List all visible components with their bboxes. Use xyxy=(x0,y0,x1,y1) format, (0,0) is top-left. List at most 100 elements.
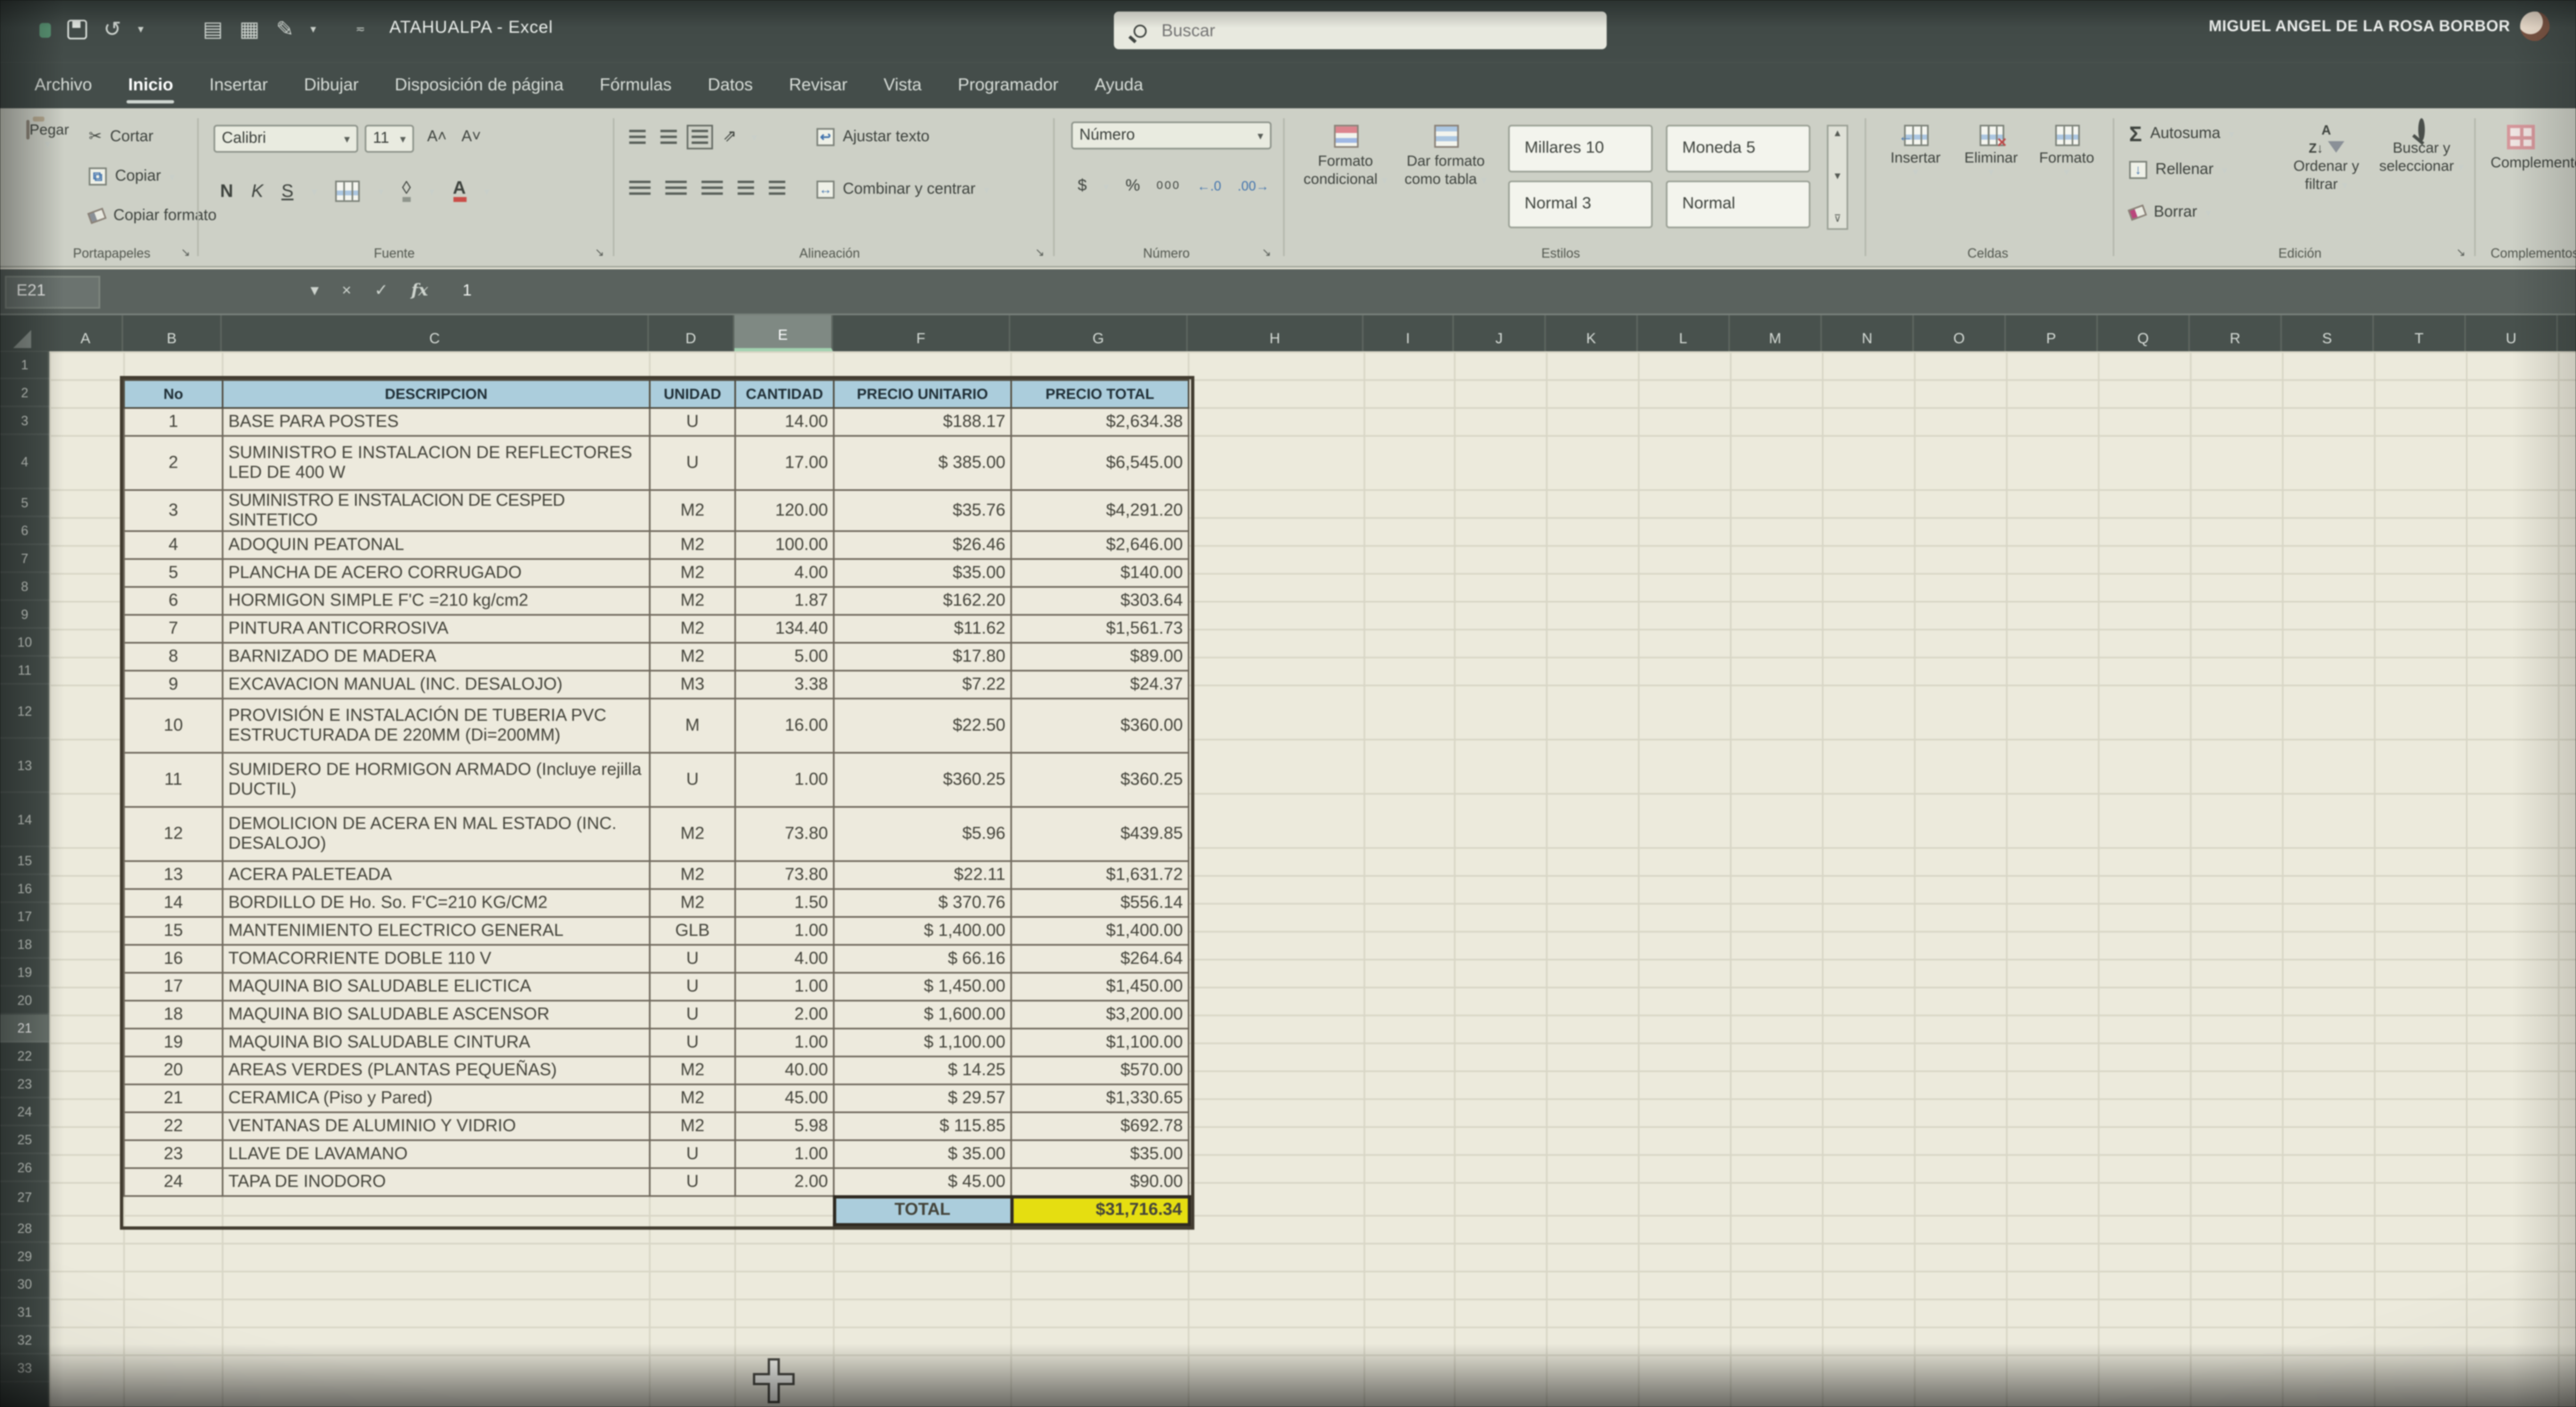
cell-no[interactable]: 17 xyxy=(124,973,223,1000)
addins-button[interactable]: Complementos xyxy=(2491,125,2576,172)
cell-unidad[interactable]: M2 xyxy=(650,1085,735,1112)
cell-unidad[interactable]: U xyxy=(650,408,735,436)
format-cells-button[interactable]: Formato ▾ xyxy=(2032,125,2101,179)
cell-descripcion[interactable]: MAQUINA BIO SALUDABLE ASCENSOR xyxy=(223,1001,650,1029)
gallery-more-icon[interactable]: ⊽ xyxy=(1834,213,1841,225)
avatar[interactable] xyxy=(2520,12,2549,41)
column-header-e[interactable]: E xyxy=(734,315,833,351)
column-header-p[interactable]: P xyxy=(2006,315,2098,351)
autosum-button[interactable]: Σ Autosuma ▾ xyxy=(2129,122,2235,146)
cell-precio-unitario[interactable]: $17.80 xyxy=(834,643,1011,670)
orientation-icon[interactable]: ⇗ xyxy=(723,128,737,146)
row-header-12[interactable]: 12 xyxy=(0,685,49,739)
draw-icon[interactable]: ✎ xyxy=(276,15,294,44)
style-moneda-5[interactable]: Moneda 5 xyxy=(1666,125,1810,172)
cell-descripcion[interactable]: MAQUINA BIO SALUDABLE CINTURA xyxy=(223,1029,650,1056)
cell-descripcion[interactable]: BASE PARA POSTES xyxy=(223,408,650,436)
column-header-m[interactable]: M xyxy=(1730,315,1822,351)
borders-caret-icon[interactable]: ▾ xyxy=(378,185,384,198)
cell-precio-total[interactable]: $1,100.00 xyxy=(1011,1029,1189,1056)
cell-precio-unitario[interactable]: $ 66.16 xyxy=(834,945,1011,973)
print-icon[interactable]: ▤ xyxy=(203,15,223,44)
cell-no[interactable]: 20 xyxy=(124,1056,223,1084)
tab-vista[interactable]: Vista xyxy=(866,66,940,105)
undo-icon[interactable]: ↺ xyxy=(103,15,122,44)
align-middle-icon[interactable] xyxy=(661,130,677,144)
tab-f-rmulas[interactable]: Fórmulas xyxy=(582,66,690,105)
cell-precio-unitario[interactable]: $ 29.57 xyxy=(834,1085,1011,1112)
column-header-i[interactable]: I xyxy=(1364,315,1454,351)
formula-input[interactable]: 1 xyxy=(463,282,472,301)
cell-precio-unitario[interactable]: $ 14.25 xyxy=(834,1056,1011,1084)
row-header-32[interactable]: 32 xyxy=(0,1327,49,1354)
enter-icon[interactable]: ✓ xyxy=(374,282,388,301)
cell-precio-total[interactable]: $35.00 xyxy=(1011,1140,1189,1168)
cell-precio-total[interactable]: $24.37 xyxy=(1011,670,1189,698)
cell-cantidad[interactable]: 40.00 xyxy=(735,1056,834,1084)
row-header-23[interactable]: 23 xyxy=(0,1070,49,1098)
cell-unidad[interactable]: M2 xyxy=(650,861,735,889)
cell-cantidad[interactable]: 5.00 xyxy=(735,643,834,670)
increase-indent-icon[interactable] xyxy=(769,181,785,196)
tab-ayuda[interactable]: Ayuda xyxy=(1076,66,1161,105)
cell-precio-unitario[interactable]: $ 1,600.00 xyxy=(834,1001,1011,1029)
column-header-t[interactable]: T xyxy=(2374,315,2466,351)
column-header-o[interactable]: O xyxy=(1914,315,2006,351)
cell-unidad[interactable]: M2 xyxy=(650,889,735,917)
row-header-17[interactable]: 17 xyxy=(0,903,49,931)
cell-descripcion[interactable]: ADOQUIN PEATONAL xyxy=(223,531,650,559)
cell-no[interactable]: 15 xyxy=(124,917,223,944)
column-header-s[interactable]: S xyxy=(2282,315,2374,351)
clear-button[interactable]: Borrar ▾ xyxy=(2129,204,2211,222)
row-header-26[interactable]: 26 xyxy=(0,1154,49,1182)
header-no[interactable]: No xyxy=(124,380,223,408)
cell-precio-unitario[interactable]: $ 1,100.00 xyxy=(834,1029,1011,1056)
column-header-a[interactable]: A xyxy=(49,315,123,351)
cell-cantidad[interactable]: 1.87 xyxy=(735,587,834,614)
cell-descripcion[interactable]: BORDILLO DE Ho. So. F'C=210 KG/CM2 xyxy=(223,889,650,917)
row-header-5[interactable]: 5 xyxy=(0,489,49,517)
cell-precio-unitario[interactable]: $162.20 xyxy=(834,587,1011,614)
cell-precio-unitario[interactable]: $5.96 xyxy=(834,807,1011,861)
cell-descripcion[interactable]: ACERA PALETEADA xyxy=(223,861,650,889)
cell-precio-total[interactable]: $2,646.00 xyxy=(1011,531,1189,559)
cell-precio-total[interactable]: $1,400.00 xyxy=(1011,917,1189,944)
fill-button[interactable]: ↓ Rellenar ▾ xyxy=(2129,161,2228,179)
tab-dibujar[interactable]: Dibujar xyxy=(286,66,376,105)
header-unidad[interactable]: UNIDAD xyxy=(650,380,735,408)
orientation-caret-icon[interactable]: ▾ xyxy=(751,131,757,144)
borders-icon[interactable] xyxy=(335,181,360,202)
tab-insertar[interactable]: Insertar xyxy=(191,66,286,105)
number-format-select[interactable]: Número▾ xyxy=(1071,122,1271,149)
cell-cantidad[interactable]: 134.40 xyxy=(735,615,834,643)
column-header-k[interactable]: K xyxy=(1546,315,1638,351)
bold-button[interactable]: N xyxy=(220,181,234,201)
cell-cantidad[interactable]: 16.00 xyxy=(735,699,834,753)
italic-button[interactable]: K xyxy=(251,181,263,201)
cell-unidad[interactable]: M2 xyxy=(650,807,735,861)
underline-button[interactable]: S xyxy=(281,181,294,201)
cell-precio-unitario[interactable]: $ 115.85 xyxy=(834,1112,1011,1140)
cell-descripcion[interactable]: SUMINISTRO E INSTALACION DE REFLECTORES … xyxy=(223,436,650,490)
cell-unidad[interactable]: U xyxy=(650,973,735,1000)
cell-cantidad[interactable]: 73.80 xyxy=(735,807,834,861)
cell-descripcion[interactable]: PROVISIÓN E INSTALACIÓN DE TUBERIA PVC E… xyxy=(223,699,650,753)
row-header-15[interactable]: 15 xyxy=(0,847,49,875)
cell-precio-unitario[interactable]: $22.11 xyxy=(834,861,1011,889)
cell-precio-total[interactable]: $90.00 xyxy=(1011,1168,1189,1196)
cell-cantidad[interactable]: 4.00 xyxy=(735,559,834,587)
currency-format-button[interactable]: $ xyxy=(1078,177,1087,196)
cell-no[interactable]: 22 xyxy=(124,1112,223,1140)
cell-no[interactable]: 18 xyxy=(124,1001,223,1029)
column-header-q[interactable]: Q xyxy=(2098,315,2190,351)
align-bottom-icon[interactable] xyxy=(691,130,708,144)
cell-no[interactable]: 19 xyxy=(124,1029,223,1056)
row-header-29[interactable]: 29 xyxy=(0,1243,49,1271)
cell-precio-unitario[interactable]: $35.76 xyxy=(834,490,1011,531)
header-precio-total[interactable]: PRECIO TOTAL xyxy=(1011,380,1189,408)
cell-precio-total[interactable]: $1,330.65 xyxy=(1011,1085,1189,1112)
cell-precio-total[interactable]: $439.85 xyxy=(1011,807,1189,861)
column-header-f[interactable]: F xyxy=(833,315,1010,351)
tab-inicio[interactable]: Inicio xyxy=(110,66,191,105)
cell-unidad[interactable]: U xyxy=(650,1140,735,1168)
